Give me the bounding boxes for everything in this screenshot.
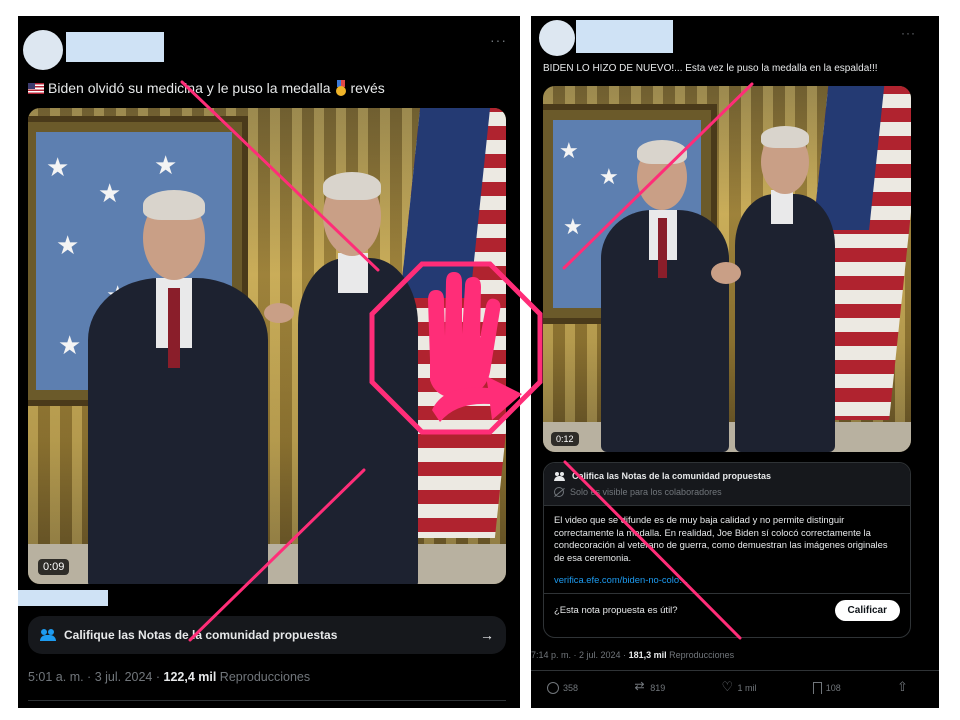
- video-duration: 0:12: [551, 432, 579, 446]
- share-button[interactable]: [897, 679, 909, 695]
- tweet-text: BIDEN LO HIZO DE NUEVO!... Esta vez le p…: [543, 63, 878, 74]
- people-icon: [40, 629, 56, 641]
- post-actions: 358 819 1 mil 108: [547, 679, 909, 695]
- community-note-card: Califica las Notas de la comunidad propu…: [543, 462, 911, 638]
- biden-figure: [711, 116, 837, 452]
- redacted-label: [18, 590, 108, 606]
- avatar[interactable]: [23, 30, 63, 70]
- repost-icon: [634, 682, 646, 694]
- like-button[interactable]: 1 mil: [722, 679, 757, 695]
- people-icon: [554, 471, 566, 481]
- arrow-right-icon: →: [480, 627, 494, 643]
- rate-button[interactable]: Calificar: [834, 599, 900, 621]
- veteran-figure: [88, 168, 288, 584]
- redacted-username[interactable]: [66, 32, 164, 62]
- bookmark-button[interactable]: 108: [812, 682, 841, 694]
- video-player[interactable]: ★ ★ ★ ★ ★ ★ 0:09: [28, 108, 506, 584]
- divider: [531, 670, 939, 671]
- veteran-figure: [601, 122, 741, 452]
- reply-icon: [547, 682, 559, 694]
- left-post: ··· Biden olvidó su medicina y le puso l…: [18, 16, 520, 708]
- heart-icon: [722, 679, 734, 695]
- eye-off-icon: [554, 487, 564, 497]
- biden-figure: [264, 158, 418, 584]
- video-duration: 0:09: [38, 559, 70, 575]
- note-visibility: Solo es visible para los colaboradores: [570, 487, 722, 497]
- avatar[interactable]: [539, 20, 575, 56]
- video-player[interactable]: ★ ★ ★ ★ 0:12: [543, 86, 911, 452]
- more-options-icon[interactable]: ···: [490, 32, 507, 48]
- post-metadata: 5:01 a. m. · 3 jul. 2024 · 122,4 mil Rep…: [28, 670, 311, 684]
- divider: [28, 700, 506, 701]
- bookmark-icon: [812, 682, 822, 694]
- note-source-link[interactable]: verifica.efe.com/biden-no-colo…: [554, 574, 900, 587]
- post-metadata: 7:14 p. m. · 2 jul. 2024 · 181,3 mil Rep…: [531, 650, 735, 660]
- right-post: ··· BIDEN LO HIZO DE NUEVO!... Esta vez …: [531, 16, 939, 708]
- repost-button[interactable]: 819: [634, 682, 665, 694]
- note-question: ¿Esta nota propuesta es útil?: [554, 604, 678, 616]
- tweet-text: Biden olvidó su medicina y le puso la me…: [28, 80, 385, 96]
- more-options-icon[interactable]: ···: [901, 26, 916, 40]
- note-body-text: El video que se difunde es de muy baja c…: [554, 514, 888, 563]
- us-flag-emoji: [28, 83, 44, 94]
- reply-button[interactable]: 358: [547, 682, 578, 694]
- note-title: Califica las Notas de la comunidad propu…: [572, 471, 772, 481]
- hand: [264, 303, 294, 323]
- medal-emoji: [335, 80, 347, 96]
- handshake: [711, 262, 741, 284]
- redacted-username[interactable]: [576, 20, 673, 53]
- share-icon: [897, 679, 909, 695]
- community-notes-button[interactable]: Califique las Notas de la comunidad prop…: [28, 616, 506, 654]
